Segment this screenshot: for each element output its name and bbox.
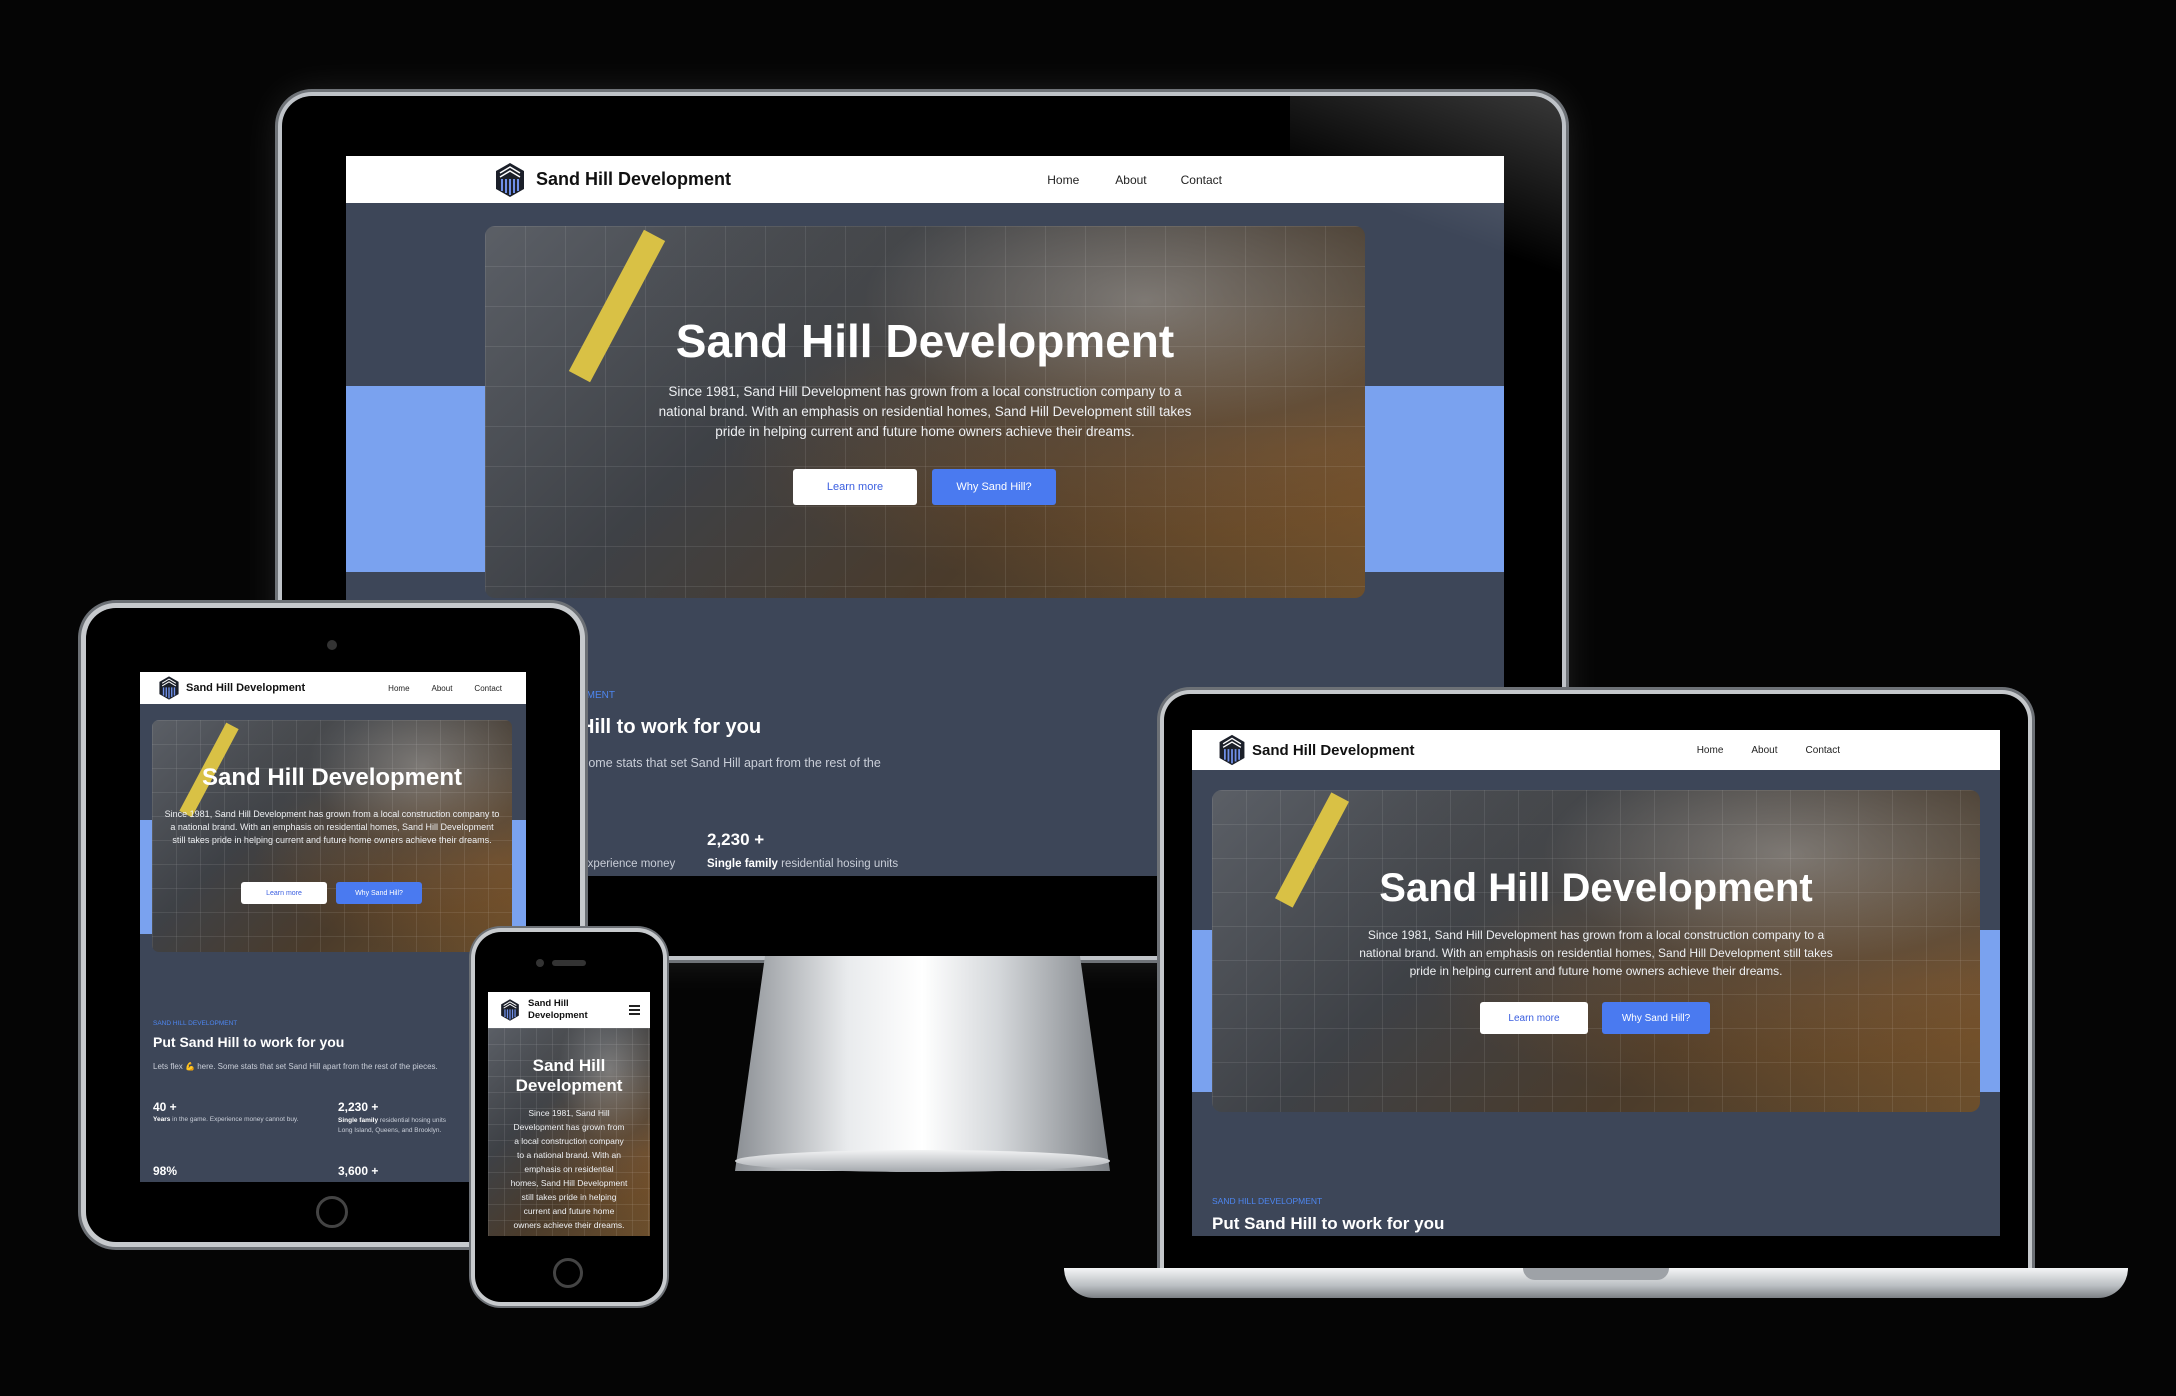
stat-label: Years in the game. Experience money cann… [153, 1116, 299, 1123]
why-sand-hill-button[interactable]: Why Sand Hill? [932, 469, 1056, 505]
section-intro: Some stats that set Sand Hill apart from… [580, 756, 881, 770]
stat-label-bold: Years [153, 1116, 171, 1123]
hero-banner: Sand Hill Development Since 1981, Sand H… [488, 1028, 650, 1236]
hero-banner: Sand Hill Development Since 1981, Sand H… [485, 226, 1365, 598]
phone-home-button [553, 1258, 583, 1288]
nav-home[interactable]: Home [1697, 745, 1724, 756]
section-kicker: SAND HILL DEVELOPMENT [153, 1020, 238, 1027]
stat-label-extra: Long Island, Queens, and Brooklyn. [338, 1127, 442, 1134]
nav-links: Home About Contact [388, 684, 502, 693]
learn-more-button[interactable]: Learn more [1480, 1002, 1588, 1034]
nav-about[interactable]: About [1115, 173, 1146, 187]
phone-screen: Sand Hill Development Sand Hill Developm… [488, 992, 650, 1236]
learn-more-button[interactable]: Learn more [241, 882, 327, 904]
stat-value: 40 + [153, 1100, 177, 1114]
laptop-notch [1523, 1268, 1669, 1280]
logo-icon [501, 999, 519, 1021]
hero-banner: Sand Hill Development Since 1981, Sand H… [1212, 790, 1980, 1112]
nav-links: Home About Contact [1697, 745, 1840, 756]
imac-foot [735, 1150, 1110, 1172]
screen-gloss [1290, 96, 1562, 296]
section-kicker: PMENT [580, 690, 615, 701]
stat-label-bold: Single family [707, 858, 778, 870]
section-intro: Lets flex 💪 here. Some stats that set Sa… [153, 1062, 438, 1071]
brand-name: Sand Hill Development [1252, 741, 1415, 759]
hero-text: Since 1981, Sand Hill Development has gr… [1359, 928, 1833, 978]
brand-name: Sand Hill Development [536, 169, 732, 189]
stat-label-fragment: Experience money [580, 858, 676, 870]
site-navbar: Sand Hill Development Home About Contact [1192, 730, 2000, 770]
tablet-screen: Sand Hill Development Home About Contact… [140, 672, 526, 1182]
hamburger-menu-icon[interactable] [629, 1003, 640, 1017]
nav-about[interactable]: About [1751, 745, 1777, 756]
brand-name: Sand Hill Development [186, 682, 306, 694]
phone-camera [536, 959, 544, 967]
brand[interactable]: Sand Hill Development [498, 998, 588, 1022]
brand[interactable]: Sand Hill Development [156, 675, 305, 701]
hero-title-line-2: Development [515, 1076, 623, 1095]
stat-label-rest: in the game. Experience money cannot buy… [170, 1116, 299, 1123]
why-sand-hill-button[interactable]: Why Sand Hill? [1602, 1002, 1710, 1034]
logo-icon [159, 676, 179, 700]
why-sand-hill-button[interactable]: Why Sand Hill? [336, 882, 422, 904]
hero-text: Since 1981, Sand Hill Development has gr… [658, 384, 1192, 439]
nav-contact[interactable]: Contact [1181, 173, 1222, 187]
learn-more-button[interactable]: Learn more [793, 469, 917, 505]
stat-label: Experience money [580, 858, 675, 870]
hero-title: Sand Hill Development [488, 1056, 650, 1096]
hero-title-line-1: Sand Hill [532, 1056, 606, 1075]
laptop-screen: Sand Hill Development Home About Contact… [1192, 730, 2000, 1236]
section-heading: Put Sand Hill to work for you [1212, 1214, 1445, 1233]
stat-label-bold: Single family [338, 1117, 379, 1124]
stat-label: Single family residential hosing units L… [338, 1116, 468, 1136]
hero-text: Since 1981, Sand Hill Development has gr… [164, 809, 500, 845]
brand-line-2: Development [528, 1010, 588, 1021]
stat-value: 2,230 + [338, 1100, 379, 1114]
logo-icon [496, 162, 524, 197]
site-navbar: Sand Hill Development Home About Contact [140, 672, 526, 704]
section-kicker: SAND HILL DEVELOPMENT [1212, 1196, 1323, 1206]
tablet-home-button [316, 1196, 348, 1228]
phone-speaker [552, 960, 586, 966]
section-heading: Put Sand Hill to work for you [153, 1034, 345, 1050]
brand-line-1: Sand Hill [528, 998, 569, 1009]
nav-contact[interactable]: Contact [1806, 745, 1840, 756]
hero-title: Sand Hill Development [201, 764, 463, 791]
stat-value: 2,230 + [707, 830, 765, 849]
nav-contact[interactable]: Contact [474, 684, 502, 693]
tablet-camera [327, 640, 337, 650]
nav-home[interactable]: Home [1047, 173, 1079, 187]
brand[interactable]: Sand Hill Development [1216, 733, 1415, 767]
stat-label-rest: residential hosing units [378, 1117, 447, 1124]
stat-value: 3,600 + [338, 1164, 379, 1178]
stat-label: Single family residential hosing units [707, 858, 898, 870]
stat-label-rest: residential hosing units [777, 858, 899, 870]
section-heading: Hill to work for you [580, 716, 762, 738]
imac-stand [735, 956, 1110, 1171]
stat-value: 98% [153, 1164, 178, 1178]
brand-name: Sand Hill Development [528, 998, 588, 1022]
nav-about[interactable]: About [432, 684, 453, 693]
hero-banner: Sand Hill Development Since 1981, Sand H… [152, 720, 512, 952]
nav-links: Home About Contact [1047, 173, 1222, 187]
nav-home[interactable]: Home [388, 684, 409, 693]
hero-text: Since 1981, Sand Hill Development has gr… [510, 1108, 628, 1230]
logo-icon [1219, 734, 1245, 766]
hero-title: Sand Hill Development [675, 315, 1175, 367]
brand[interactable]: Sand Hill Development [492, 161, 731, 199]
site-navbar: Sand Hill Development [488, 992, 650, 1028]
hero-title: Sand Hill Development [1379, 866, 1813, 910]
